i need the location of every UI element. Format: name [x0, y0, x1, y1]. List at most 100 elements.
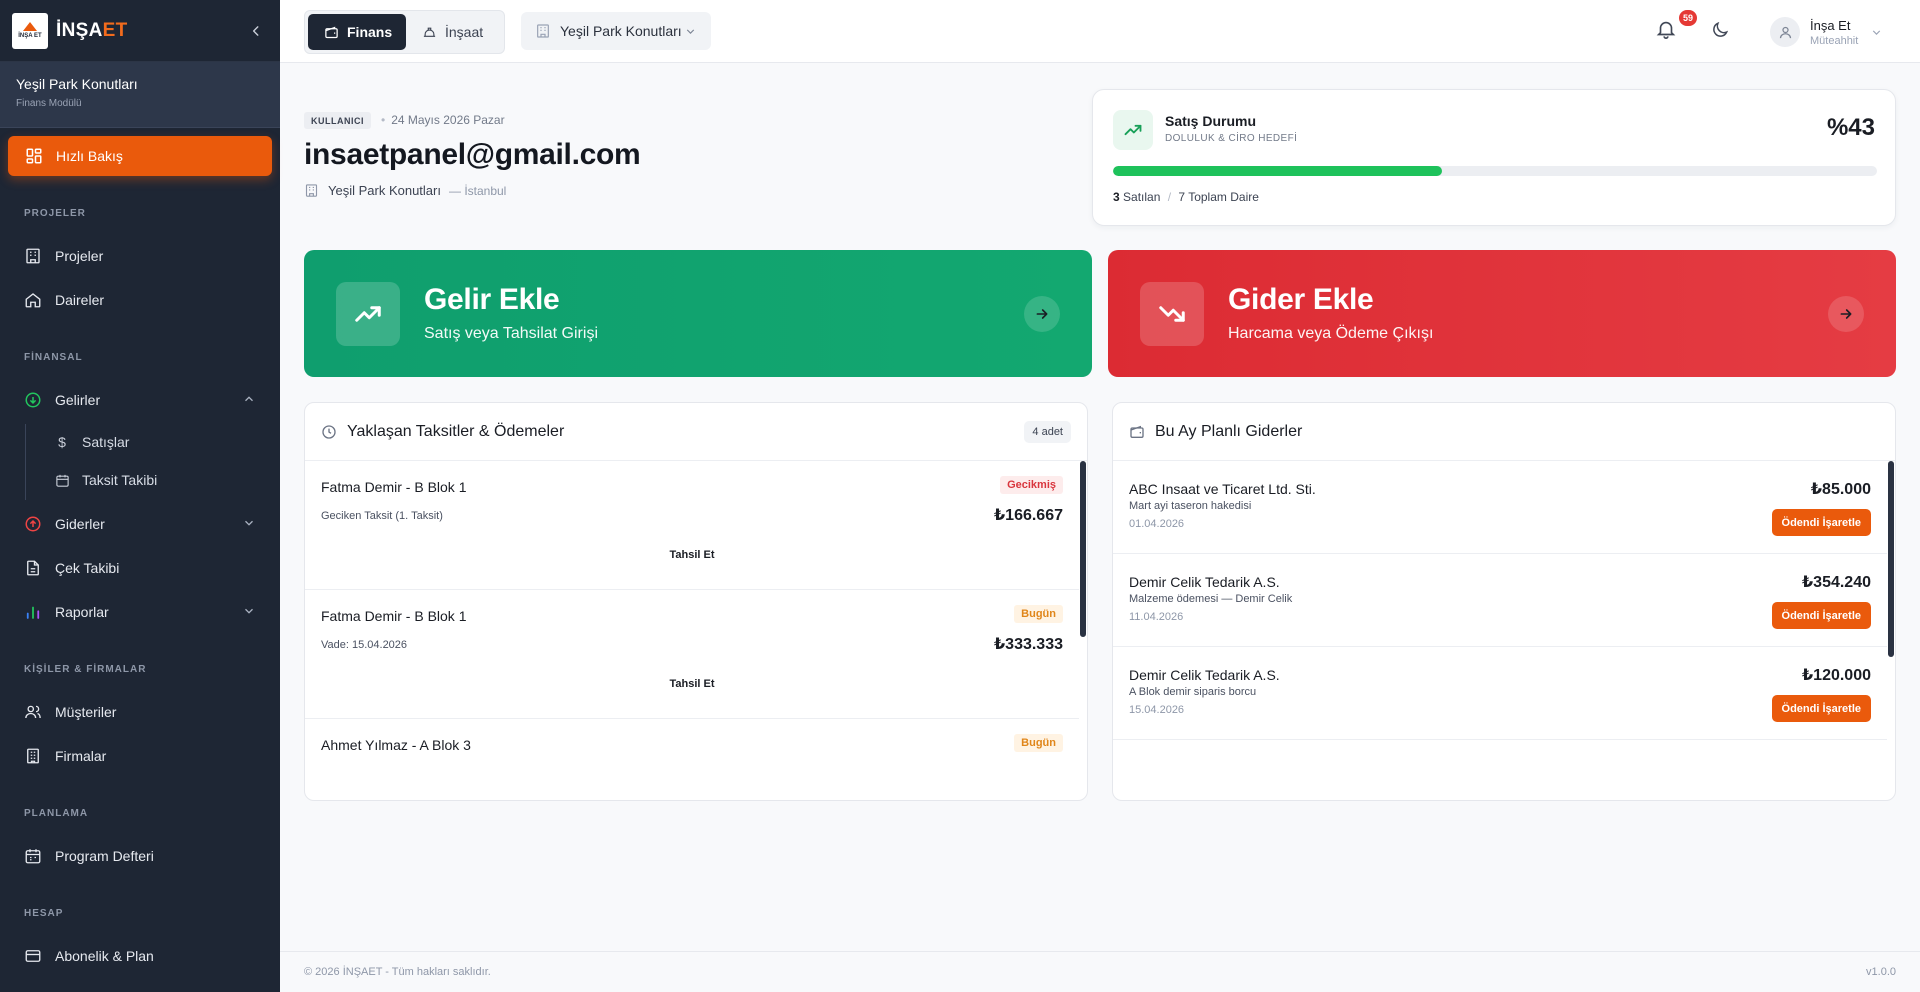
installment-customer: Fatma Demir - B Blok 1	[321, 608, 467, 624]
office-building-icon	[24, 747, 42, 765]
dark-mode-toggle-icon[interactable]	[1710, 20, 1732, 42]
panel-header: Yaklaşan Taksitler & Ödemeler 4 adet	[305, 403, 1087, 461]
section-account: HESAP	[24, 908, 64, 919]
home-icon	[24, 291, 42, 309]
sidebar-item-customers[interactable]: Müşteriler	[24, 697, 256, 727]
installment-row: Ahmet Yılmaz - A Blok 3 Bugün	[305, 719, 1079, 800]
installment-row: Fatma Demir - B Blok 1 Bugün Vade: 15.04…	[305, 590, 1079, 719]
expense-note: Mart ayi taseron hakedisi	[1129, 500, 1252, 512]
expense-amount: ₺85.000	[1810, 481, 1871, 498]
user-role: Müteahhit	[1810, 34, 1859, 47]
arrow-up-circle-icon	[24, 515, 42, 533]
planned-expenses-panel: Bu Ay Planlı Giderler ABC Insaat ve Tica…	[1112, 402, 1896, 801]
panel-title: Bu Ay Planlı Giderler	[1155, 422, 1303, 440]
collapse-sidebar-icon[interactable]	[244, 19, 268, 43]
trending-up-icon	[1113, 110, 1153, 150]
chevron-down-icon	[242, 604, 256, 621]
role-chip: KULLANICI	[304, 112, 371, 129]
sidebar-item-sales[interactable]: $ Satışlar	[54, 429, 129, 455]
expense-note: Malzeme ödemesi — Demir Celik	[1129, 593, 1293, 605]
arrow-down-circle-icon	[24, 391, 42, 409]
sidebar-item-apartments[interactable]: Daireler	[24, 285, 256, 315]
building-icon	[304, 183, 319, 198]
arrow-right-icon[interactable]	[1828, 296, 1864, 332]
section-finance: FİNANSAL	[24, 352, 83, 363]
scrollbar-thumb[interactable]	[1888, 461, 1894, 657]
add-expense-card[interactable]: Gider Ekle Harcama veya Ödeme Çıkışı	[1108, 250, 1896, 377]
status-badge: Bugün	[1014, 734, 1063, 752]
sidebar-item-cheques[interactable]: Çek Takibi	[24, 553, 256, 583]
expense-date: 15.04.2026	[1129, 704, 1185, 716]
expense-date: 01.04.2026	[1129, 518, 1185, 530]
status-badge: Bugün	[1014, 605, 1063, 623]
trending-down-icon	[1140, 282, 1204, 346]
section-people: KİŞİLER & FİRMALAR	[24, 664, 147, 675]
sidebar: İNŞA ET İNŞAET Yeşil Park Konutları Fina…	[0, 0, 280, 992]
notification-count-badge: 59	[1679, 10, 1697, 26]
section-projects: PROJELER	[24, 208, 86, 219]
wallet-icon	[324, 25, 339, 40]
footer: © 2026 İNŞAET - Tüm hakları saklıdır. v1…	[280, 951, 1920, 992]
credit-card-icon	[24, 947, 42, 965]
avatar	[1770, 17, 1800, 47]
scrollbar-thumb[interactable]	[1080, 461, 1086, 637]
sidebar-item-installment-tracking[interactable]: Taksit Takibi	[54, 467, 157, 493]
logo-icon[interactable]: İNŞA ET	[12, 12, 48, 49]
sidebar-item-quick-view[interactable]: Hızlı Bakış	[8, 136, 272, 176]
collect-button[interactable]: Tahsil Et	[305, 678, 1079, 690]
sales-percent: %43	[1826, 114, 1875, 141]
sidebar-item-subscription[interactable]: Abonelik & Plan	[24, 941, 256, 971]
add-income-card[interactable]: Gelir Ekle Satış veya Tahsilat Girişi	[304, 250, 1092, 377]
installment-customer: Ahmet Yılmaz - A Blok 3	[321, 737, 471, 753]
user-menu[interactable]: İnşa Et Müteahhit	[1770, 14, 1883, 50]
mark-paid-button[interactable]: Ödendi İşaretle	[1771, 695, 1871, 722]
sidebar-item-companies[interactable]: Firmalar	[24, 741, 256, 771]
mode-construction-button[interactable]: İnşaat	[406, 14, 499, 50]
logo-bar: İNŞA ET İNŞAET	[0, 0, 280, 62]
sidebar-item-schedule-book[interactable]: Program Defteri	[24, 841, 256, 871]
expense-date: 11.04.2026	[1129, 611, 1184, 623]
installment-row: Fatma Demir - B Blok 1 Gecikmiş Geciken …	[305, 461, 1079, 590]
clock-icon	[321, 424, 337, 440]
version: v1.0.0	[1866, 966, 1896, 978]
mark-paid-button[interactable]: Ödendi İşaretle	[1771, 602, 1871, 629]
sidebar-item-projects[interactable]: Projeler	[24, 241, 256, 271]
building-icon	[24, 247, 42, 265]
current-project-card[interactable]: Yeşil Park Konutları Finans Modülü	[0, 62, 280, 128]
wallet-icon	[1129, 424, 1145, 440]
upcoming-installments-panel: Yaklaşan Taksitler & Ödemeler 4 adet Fat…	[304, 402, 1088, 801]
project-city: — İstanbul	[448, 183, 507, 198]
notification-bell-icon[interactable]	[1655, 18, 1681, 44]
installment-customer: Fatma Demir - B Blok 1	[321, 479, 467, 495]
grid-icon	[25, 147, 43, 165]
mark-paid-button[interactable]: Ödendi İşaretle	[1771, 509, 1871, 536]
expense-row: Demir Celik Tedarik A.S. Malzeme ödemesi…	[1113, 554, 1887, 647]
sales-progress-fill	[1113, 166, 1442, 176]
project-location: Yeşil Park Konutları — İstanbul	[304, 183, 506, 198]
panel-title: Yaklaşan Taksitler & Ödemeler	[347, 422, 565, 440]
building-icon	[535, 23, 551, 39]
sold-label: Satılan	[1123, 190, 1161, 204]
logo-text[interactable]: İNŞAET	[56, 20, 128, 42]
mode-switch: Finans İnşaat	[304, 10, 505, 54]
panel-header: Bu Ay Planlı Giderler	[1113, 403, 1895, 461]
topbar: Finans İnşaat Yeşil Park Konutları 59 İn…	[280, 0, 1920, 63]
installment-description: Vade: 15.04.2026	[321, 639, 408, 651]
expense-row: ABC Insaat ve Ticaret Ltd. Sti. Mart ayi…	[1113, 461, 1887, 554]
sold-count: 3	[1113, 190, 1120, 204]
sidebar-item-income[interactable]: Gelirler	[24, 385, 256, 415]
page-title: insaetpanel@gmail.com	[304, 138, 641, 171]
expense-company: ABC Insaat ve Ticaret Ltd. Sti.	[1129, 481, 1316, 497]
sidebar-item-expenses[interactable]: Giderler	[24, 509, 256, 539]
arrow-right-icon[interactable]	[1024, 296, 1060, 332]
project-select[interactable]: Yeşil Park Konutları	[521, 12, 711, 50]
add-income-subtitle: Satış veya Tahsilat Girişi	[424, 325, 598, 342]
document-icon	[24, 559, 42, 577]
project-name: Yeşil Park Konutları	[328, 183, 441, 198]
sidebar-item-reports[interactable]: Raporlar	[24, 597, 256, 627]
chevron-down-icon	[242, 516, 256, 533]
installment-description: Geciken Taksit (1. Taksit)	[321, 510, 443, 522]
collect-button[interactable]: Tahsil Et	[305, 549, 1079, 561]
sales-status-subtitle: DOLULUK & CİRO HEDEFİ	[1165, 133, 1298, 144]
mode-finance-button[interactable]: Finans	[308, 14, 406, 50]
